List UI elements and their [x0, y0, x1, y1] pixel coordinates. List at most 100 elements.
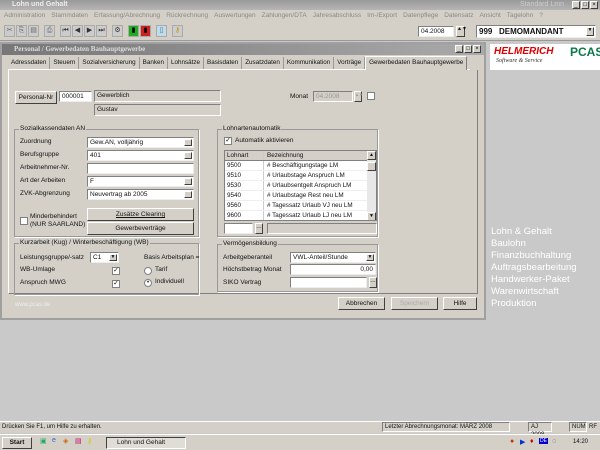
child-close-button[interactable]: × [473, 45, 481, 53]
table-row[interactable]: 9530 # Urlaubsentgelt Anspruch LM [225, 181, 376, 191]
tab-6[interactable]: Zusatzdaten [242, 57, 284, 69]
prev-record-icon[interactable]: ◀ [72, 25, 83, 37]
window-icon[interactable]: ▯ [156, 25, 167, 37]
cancel-button[interactable]: Abbrechen [338, 297, 385, 310]
tab-1[interactable]: Steuern [50, 57, 80, 69]
red-book-icon[interactable]: ▮ [140, 25, 151, 37]
menu-item[interactable]: Erfassung/Abrechnung [94, 10, 160, 22]
tray-clip-icon[interactable]: ◌ [552, 438, 556, 445]
soz-field-3[interactable]: F [87, 176, 194, 187]
menu-item[interactable]: Stammdaten [51, 10, 88, 22]
period-spinner[interactable]: ▲▼ [456, 26, 467, 37]
chevron-down-icon[interactable] [184, 178, 192, 185]
copy-icon[interactable]: ⎘ [16, 25, 27, 37]
table-row[interactable]: 9540 # Urlaubstage Rest neu LM [225, 191, 376, 201]
print-icon[interactable]: ⎙ [44, 25, 55, 37]
last-record-icon[interactable]: ⏭ [96, 25, 107, 37]
anspruch-mwg-checkbox[interactable]: ✓ [112, 280, 120, 288]
hoechstbetrag-input[interactable]: 0,00 [290, 264, 376, 275]
arbeitgeberanteil-select[interactable]: VWL-Anteil/Stunde ▼ [290, 252, 376, 263]
chevron-down-icon[interactable] [184, 139, 192, 146]
key-icon[interactable]: ⚷ [172, 25, 183, 37]
minimize-button[interactable]: _ [572, 1, 580, 9]
individuell-radio[interactable]: • [144, 279, 152, 287]
green-book-icon[interactable]: ▮ [128, 25, 139, 37]
quicklaunch-desktop-icon[interactable]: ▣ [40, 437, 47, 445]
next-record-icon[interactable]: ▶ [84, 25, 95, 37]
maximize-button[interactable]: □ [581, 1, 589, 9]
tab-3[interactable]: Banken [140, 57, 168, 69]
taskbar-lohn-gehalt[interactable]: Lohn und Gehalt [106, 437, 186, 449]
menu-item[interactable]: Ansicht [479, 10, 500, 22]
tray-shield-icon[interactable]: ● [510, 438, 514, 445]
col-lohnart[interactable]: Lohnart [225, 151, 264, 160]
lohnart-browse-button[interactable]: ... [255, 223, 263, 234]
menu-item[interactable]: Datensatz [444, 10, 473, 22]
menu-item[interactable]: Jahresabschluss [313, 10, 361, 22]
tab-5[interactable]: Basisdaten [204, 57, 243, 69]
quicklaunch-key-icon[interactable]: ⚷ [87, 437, 92, 445]
personal-nr-input[interactable]: 000001 [59, 91, 92, 102]
tab-8[interactable]: Vorträge [334, 57, 366, 69]
period-input[interactable]: 04.2008 [418, 26, 454, 37]
personal-nr-button[interactable]: Personal-Nr [15, 91, 57, 104]
tab-4[interactable]: Lohnsätze [168, 57, 205, 69]
menu-item[interactable]: Im-/Export [367, 10, 397, 22]
table-scrollbar[interactable]: ▲ ▼ [367, 151, 376, 220]
soz-label: Arbeitnehmer-Nr. [20, 164, 70, 171]
child-maximize-button[interactable]: □ [464, 45, 472, 53]
soz-field-4[interactable]: Neuvertrag ab 2005 [87, 189, 194, 200]
wb-umlage-checkbox[interactable]: ✓ [112, 267, 120, 275]
table-row[interactable]: 9600 # Tagessatz Urlaub LJ neu LM [225, 211, 376, 220]
chevron-down-icon[interactable] [184, 152, 192, 159]
menu-item[interactable]: Tagelohn [507, 10, 533, 22]
col-bezeichnung[interactable]: Bezeichnung [264, 151, 376, 160]
menu-item[interactable]: Auswertungen [214, 10, 256, 22]
cut-icon[interactable]: ✂ [4, 25, 15, 37]
tab-0[interactable]: Adressdaten [8, 57, 51, 69]
website-link[interactable]: www.pcas.de [15, 302, 50, 308]
menu-item[interactable]: ? [539, 10, 543, 22]
tray-language[interactable]: DE [539, 438, 548, 444]
menu-item[interactable]: Datenpflege [403, 10, 438, 22]
quicklaunch-app-icon[interactable]: ◈ [63, 437, 68, 445]
minderbehindert-checkbox[interactable] [20, 217, 28, 225]
save-button[interactable]: Speichern [391, 297, 438, 310]
automatik-checkbox[interactable]: ✓ [224, 137, 232, 145]
chevron-down-icon[interactable] [184, 191, 192, 198]
help-button[interactable]: Hilfe [443, 297, 477, 310]
quicklaunch-ie-icon[interactable]: e [52, 437, 56, 444]
tray-network-icon[interactable]: ♦ [530, 438, 534, 445]
product-item: Handwerker-Paket [491, 274, 570, 285]
menu-item[interactable]: Zahlungen/DTA [262, 10, 307, 22]
paste-icon[interactable]: ▤ [28, 25, 39, 37]
zusaetze-clearing-button[interactable]: Zusätze Clearing [87, 208, 194, 221]
siko-input[interactable] [290, 277, 367, 288]
tab-9[interactable]: Gewerbedaten Bauhauptgewerbe [365, 56, 468, 70]
toolbar: ✂ ⎘ ▤ ⎙ ⏮ ◀ ▶ ⏭ ⚙ ▮ ▮ ▯ ⚷ 04.2008 ▲▼ 999… [0, 22, 600, 41]
start-button[interactable]: Start [2, 437, 32, 449]
calculator-icon[interactable]: ⚙ [112, 25, 123, 37]
tray-media-icon[interactable]: ▶ [520, 438, 525, 446]
child-minimize-button[interactable]: _ [455, 45, 463, 53]
tab-7[interactable]: Kommunikation [284, 57, 335, 69]
first-record-icon[interactable]: ⏮ [60, 25, 71, 37]
month-checkbox[interactable] [367, 92, 375, 100]
quicklaunch-acrobat-icon[interactable]: ▤ [75, 437, 82, 445]
gewerbevertraege-button[interactable]: Gewerbeverträge [87, 222, 194, 235]
tarif-radio[interactable] [144, 267, 152, 275]
menu-item[interactable]: Rückrechnung [166, 10, 208, 22]
soz-field-1[interactable]: 401 [87, 150, 194, 161]
mandant-select[interactable]: 999 DEMOMANDANT ▼ [476, 25, 596, 38]
soz-field-0[interactable]: Gew.AN, volljährig [87, 137, 194, 148]
tab-2[interactable]: Sozialversicherung [79, 57, 140, 69]
lohnart-input[interactable] [224, 223, 253, 234]
table-row[interactable]: 9500 # Beschäftigungstage LM [225, 161, 376, 171]
leistungsgruppe-select[interactable]: C1 ▼ [90, 252, 119, 263]
siko-browse-button[interactable]: ... [369, 277, 377, 288]
table-row[interactable]: 9560 # Tagessatz Urlaub VJ neu LM [225, 201, 376, 211]
soz-field-2[interactable] [87, 163, 194, 174]
menu-item[interactable]: Administration [4, 10, 45, 22]
table-row[interactable]: 9510 # Urlaubstage Anspruch LM [225, 171, 376, 181]
close-button[interactable]: × [590, 1, 598, 9]
